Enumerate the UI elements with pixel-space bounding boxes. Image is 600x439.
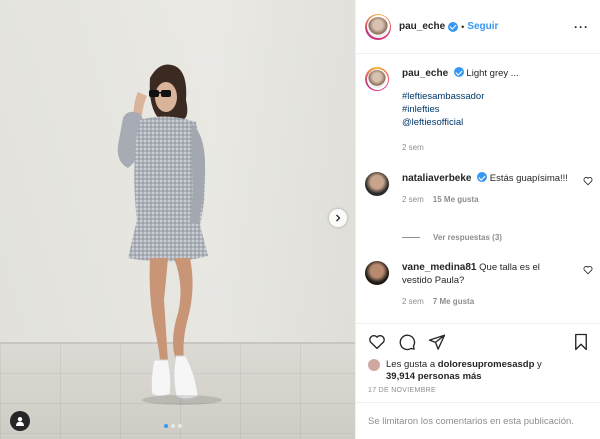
verified-badge-icon <box>453 67 464 77</box>
caption-text: Light grey ... <box>466 68 519 79</box>
chevron-right-icon <box>336 214 341 222</box>
comment-text: Estás guapísima!!! <box>489 173 568 184</box>
verified-badge-icon <box>448 21 459 32</box>
like-comment-heart-icon[interactable] <box>583 265 593 275</box>
post-side-panel: pau_eche • Seguir ··· pau_eche Light gre… <box>355 0 600 439</box>
commenter-avatar[interactable] <box>365 261 389 285</box>
carousel-dot <box>178 424 182 428</box>
bookmark-icon[interactable] <box>573 333 589 351</box>
caption-avatar[interactable] <box>365 67 389 91</box>
likes-connector: y <box>534 359 542 370</box>
comment-likes[interactable]: 7 Me gusta <box>433 297 474 306</box>
post-date[interactable]: 17 DE NOVIEMBRE <box>368 387 436 394</box>
model-figure <box>117 64 222 405</box>
replies-divider <box>402 237 420 238</box>
caption: pau_eche Light grey ... #leftiesambassad… <box>365 67 593 152</box>
liker-username[interactable]: doloresupromesasdp <box>438 359 535 370</box>
comment-time: 2 sem <box>402 297 424 306</box>
comment-item: vane_medina81 Que talla es el vestido Pa… <box>365 261 593 306</box>
carousel-dot <box>164 424 168 428</box>
commenter-avatar[interactable] <box>365 172 389 196</box>
post-actions: Les gusta a doloresupromesasdp y 39,914 … <box>356 323 600 383</box>
caption-mention[interactable]: @leftiesofficial <box>402 116 593 129</box>
likes-prefix: Les gusta a <box>386 359 438 370</box>
post-header: pau_eche • Seguir ··· <box>356 0 600 54</box>
more-options-icon[interactable]: ··· <box>574 20 589 34</box>
caption-hashtag[interactable]: #leftiesambassador <box>402 90 593 103</box>
user-icon <box>16 417 24 426</box>
caption-time: 2 sem <box>402 143 424 152</box>
comment-username[interactable]: vane_medina81 <box>402 262 477 273</box>
post-photo[interactable] <box>0 0 355 439</box>
author-username[interactable]: pau_eche <box>399 21 445 32</box>
next-slide-button[interactable] <box>329 209 347 227</box>
caption-username[interactable]: pau_eche <box>402 68 448 79</box>
carousel-dot <box>171 424 175 428</box>
comment-time: 2 sem <box>402 195 424 204</box>
likes-count[interactable]: 39,914 personas más <box>386 371 482 382</box>
tagged-users-button[interactable] <box>10 411 30 431</box>
view-replies-button[interactable]: Ver respuestas (3) <box>402 233 502 242</box>
author-avatar[interactable] <box>365 13 391 40</box>
like-comment-heart-icon[interactable] <box>583 176 593 186</box>
comment-item: nataliaverbeke Estás guapísima!!! 2 sem … <box>365 172 593 204</box>
likes-summary[interactable]: Les gusta a doloresupromesasdp y 39,914 … <box>368 359 542 383</box>
comment-likes[interactable]: 15 Me gusta <box>433 195 479 204</box>
verified-badge-icon <box>477 172 488 182</box>
comments-list[interactable]: pau_eche Light grey ... #leftiesambassad… <box>356 55 600 323</box>
heart-icon[interactable] <box>368 333 386 351</box>
comments-limited-notice: Se limitaron los comentarios en esta pub… <box>356 402 600 439</box>
comment-icon[interactable] <box>398 333 416 351</box>
comment-username[interactable]: nataliaverbeke <box>402 173 472 184</box>
share-icon[interactable] <box>428 333 446 351</box>
caption-hashtag[interactable]: #inlefties <box>402 103 593 116</box>
view-replies-label: Ver respuestas (3) <box>433 233 502 242</box>
follow-button[interactable]: Seguir <box>467 21 498 32</box>
follow-separator: • <box>461 21 465 32</box>
carousel-indicator <box>164 424 182 428</box>
liker-avatar <box>368 359 380 371</box>
